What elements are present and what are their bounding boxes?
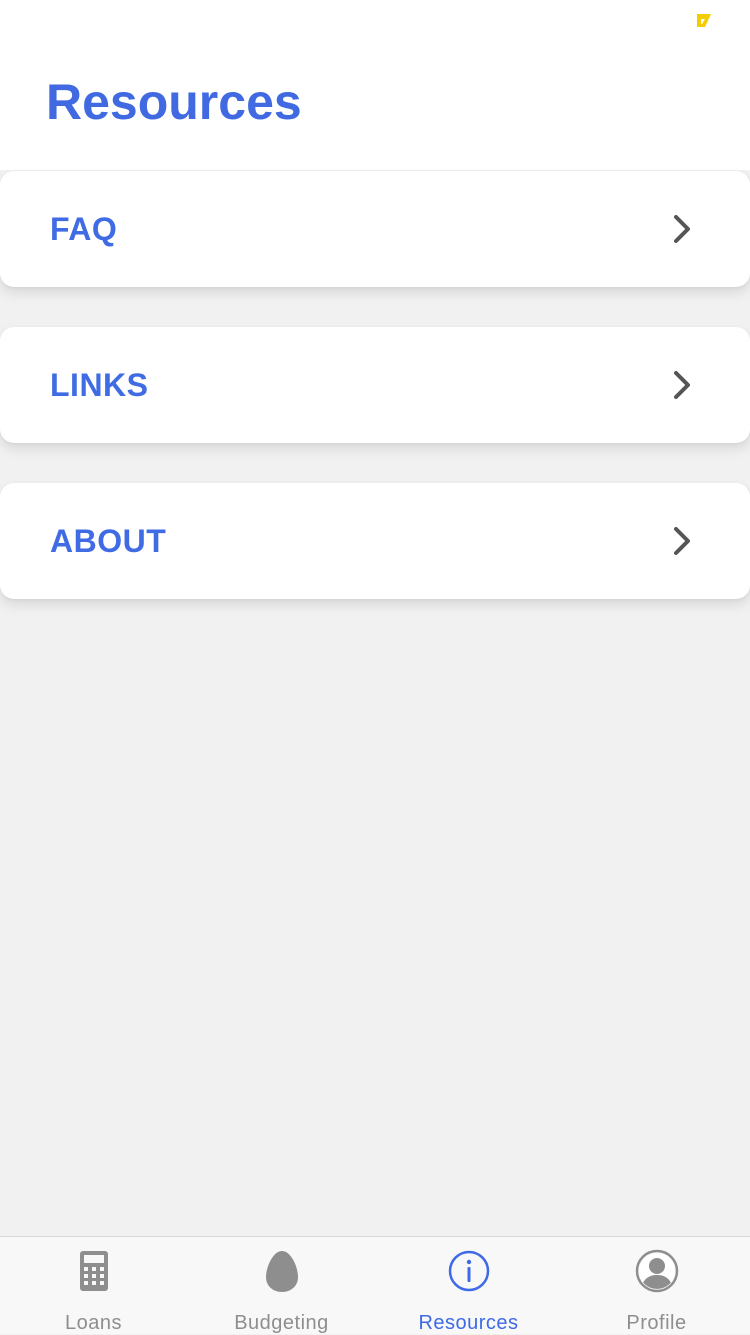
status-bar: [0, 0, 750, 40]
header: Resources: [0, 40, 750, 170]
calculator-icon: [79, 1251, 108, 1291]
info-icon: [448, 1250, 489, 1292]
chevron-right-icon: [674, 371, 690, 399]
tab-bar: Loans Budgeting Resources Profile: [0, 1236, 750, 1334]
tab-profile[interactable]: Profile: [563, 1237, 750, 1335]
egg-icon: [265, 1251, 298, 1292]
chevron-right-icon: [674, 215, 690, 243]
tab-resources[interactable]: Resources: [375, 1237, 562, 1335]
tab-label: Loans: [65, 1312, 122, 1334]
tab-budgeting[interactable]: Budgeting: [188, 1237, 375, 1335]
menu-item-about[interactable]: ABOUT: [0, 483, 750, 599]
tab-label: Resources: [418, 1312, 519, 1334]
menu-item-faq[interactable]: FAQ: [0, 171, 750, 287]
menu-item-links[interactable]: LINKS: [0, 327, 750, 443]
tab-loans[interactable]: Loans: [0, 1237, 187, 1335]
tab-label: Budgeting: [234, 1312, 329, 1334]
page-title: Resources: [46, 74, 302, 130]
battery-icon: [697, 14, 711, 27]
profile-icon: [635, 1249, 678, 1293]
menu-item-label: ABOUT: [50, 523, 167, 559]
menu-item-label: LINKS: [50, 367, 149, 403]
menu-item-label: FAQ: [50, 211, 118, 247]
chevron-right-icon: [674, 527, 690, 555]
tab-label: Profile: [626, 1312, 687, 1334]
